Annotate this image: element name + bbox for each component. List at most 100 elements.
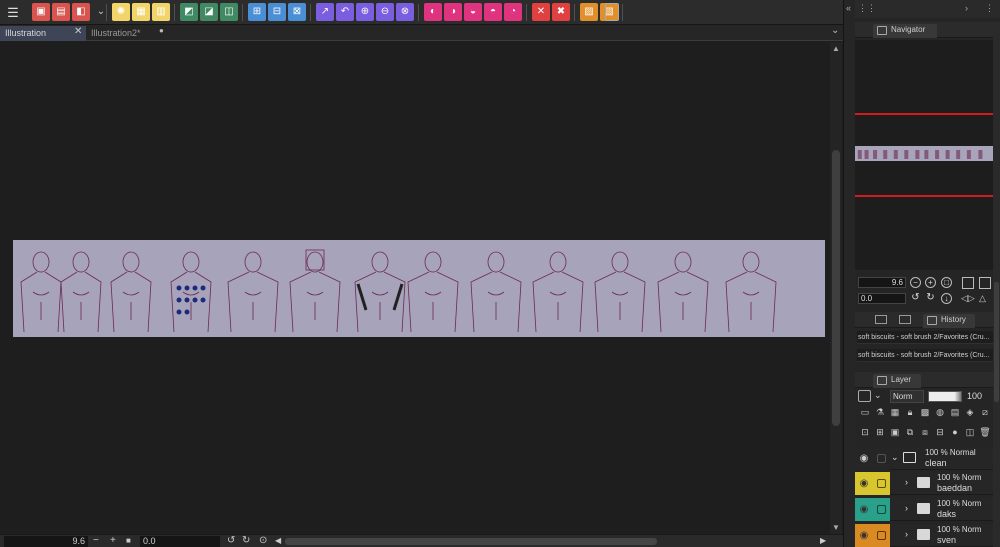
toolbar-button[interactable]: ⊟	[268, 3, 286, 21]
toolbar-button[interactable]: ◧	[72, 3, 90, 21]
layer-tool-icon[interactable]: 🗑︎	[979, 426, 991, 438]
opacity-value[interactable]: 100	[967, 391, 982, 401]
navigator-preview[interactable]	[855, 40, 1000, 270]
tab-navigator[interactable]: Navigator	[873, 24, 937, 38]
layer-tool-icon[interactable]: ●	[949, 426, 961, 438]
toolbar-button[interactable]: ⊠	[288, 3, 306, 21]
layer-tool-icon[interactable]: ⊟	[934, 426, 946, 438]
toolbar-button[interactable]: ⊞	[248, 3, 266, 21]
layer-tool-icon[interactable]: 🔒︎	[904, 406, 916, 418]
layer-tool-icon[interactable]: ⧄	[979, 406, 991, 418]
actual-size-icon[interactable]: □	[941, 277, 952, 288]
chevron-down-icon[interactable]: ⌄	[874, 390, 882, 401]
scroll-left-icon[interactable]: ◀	[275, 535, 281, 547]
toolbar-button[interactable]: ▣	[32, 3, 50, 21]
layer-color-icon[interactable]	[858, 390, 871, 402]
layer-tool-icon[interactable]: ◈	[964, 406, 976, 418]
toolbar-button[interactable]: ◑	[444, 3, 462, 21]
chevron-down-icon[interactable]: ⌄	[891, 452, 899, 463]
scroll-up-icon[interactable]: ▲	[832, 44, 840, 53]
fit-icon[interactable]: ■	[126, 535, 131, 547]
navigator-rotation-field[interactable]: 0.0	[858, 293, 906, 304]
zoom-in-icon[interactable]: +	[925, 277, 936, 288]
toolbar-button[interactable]: ◪	[200, 3, 218, 21]
blend-mode-select[interactable]: Norm	[890, 390, 924, 403]
horizontal-scrollbar-thumb[interactable]	[285, 538, 657, 545]
toolbar-button[interactable]: ◐	[424, 3, 442, 21]
chevron-right-icon[interactable]: ›	[905, 503, 908, 513]
toolbar-button[interactable]: ⊖	[376, 3, 394, 21]
chevron-right-icon[interactable]: ›	[905, 477, 908, 487]
layer-lock-icon[interactable]	[873, 447, 890, 470]
toolbar-button[interactable]: ✕	[532, 3, 550, 21]
visibility-eye-icon[interactable]: ◉	[855, 472, 873, 495]
artboard[interactable]	[13, 240, 825, 337]
toolbar-button[interactable]: ⊕	[356, 3, 374, 21]
material-icon[interactable]	[875, 315, 887, 324]
layer-row[interactable]: ◉ › 100 % Norm daks	[855, 498, 995, 521]
flip-horizontal-icon[interactable]: ◁▷	[961, 293, 975, 304]
scrollbar-thumb[interactable]	[994, 282, 999, 402]
layer-lock-icon[interactable]	[873, 498, 890, 521]
scrollbar-thumb[interactable]	[832, 150, 840, 426]
collapse-left-icon[interactable]: «	[846, 3, 851, 13]
toolbar-button[interactable]: ✖	[552, 3, 570, 21]
layer-tool-icon[interactable]: ◫	[964, 426, 976, 438]
chevron-down-icon[interactable]: ⌄	[92, 3, 110, 21]
scroll-right-icon[interactable]: ▶	[820, 535, 826, 547]
layer-lock-icon[interactable]	[873, 472, 890, 495]
layer-row[interactable]: ◉ ⌄ 100 % Normal clean	[855, 447, 995, 470]
layer-tool-icon[interactable]: ▣	[889, 426, 901, 438]
dock-scrollbar[interactable]	[993, 32, 1000, 547]
layer-tool-icon[interactable]: ⚗	[874, 406, 886, 418]
vertical-scrollbar[interactable]: ▲ ▼	[830, 42, 842, 534]
toolbar-button[interactable]: ◫	[220, 3, 238, 21]
chevron-down-icon[interactable]: ⌄	[831, 25, 839, 36]
layer-tool-icon[interactable]: ▭	[859, 406, 871, 418]
layer-tool-icon[interactable]: ▦	[889, 406, 901, 418]
toolbar-button[interactable]: ⊗	[396, 3, 414, 21]
fit-window-icon[interactable]	[979, 277, 991, 289]
toolbar-button[interactable]: ↗	[316, 3, 334, 21]
zoom-field[interactable]: 9.6	[4, 536, 88, 547]
dock-menu-icon[interactable]: ⋮	[985, 3, 994, 14]
layer-row[interactable]: ◉ › 100 % Norm sven	[855, 524, 995, 547]
fit-screen-icon[interactable]	[962, 277, 974, 289]
tab-layer[interactable]: Layer	[873, 374, 921, 388]
toolbar-button[interactable]: ✺	[112, 3, 130, 21]
zoom-out-icon[interactable]: −	[93, 535, 99, 547]
toolbar-button[interactable]: ◩	[180, 3, 198, 21]
layer-lock-icon[interactable]	[873, 524, 890, 547]
reset-rotation-icon[interactable]: ⊙	[259, 535, 267, 547]
layer-tool-icon[interactable]: ▤	[949, 406, 961, 418]
layer-row[interactable]: ◉ › 100 % Norm baeddan	[855, 472, 995, 495]
toolbar-button[interactable]: ◒	[464, 3, 482, 21]
tab-modified-icon[interactable]: ●	[159, 26, 164, 35]
toolbar-button[interactable]: ▨	[580, 3, 598, 21]
zoom-out-icon[interactable]: −	[910, 277, 921, 288]
toolbar-button[interactable]: ▤	[52, 3, 70, 21]
device-icon[interactable]	[605, 3, 619, 21]
zoom-in-icon[interactable]: +	[110, 535, 116, 547]
scroll-down-icon[interactable]: ▼	[832, 523, 840, 532]
toolbar-button[interactable]: ↶	[336, 3, 354, 21]
layer-tool-icon[interactable]: ⧉	[904, 426, 916, 438]
history-item[interactable]: soft biscuits - soft brush 2/Favorites (…	[857, 331, 994, 344]
visibility-eye-icon[interactable]: ◉	[855, 524, 873, 547]
dock-grip-icon[interactable]: ⋮⋮	[858, 3, 876, 14]
rotate-left-icon[interactable]: ↺	[910, 293, 921, 304]
layer-tool-icon[interactable]: ⊡	[859, 426, 871, 438]
visibility-eye-icon[interactable]: ◉	[855, 498, 873, 521]
chevron-right-icon[interactable]: ›	[965, 3, 968, 13]
hamburger-menu-icon[interactable]: ☰	[4, 3, 22, 21]
chevron-right-icon[interactable]: ›	[905, 529, 908, 539]
toolbar-button[interactable]: ◓	[484, 3, 502, 21]
opacity-slider[interactable]	[928, 391, 962, 402]
history-item[interactable]: soft biscuits - soft brush 2/Favorites (…	[857, 349, 994, 362]
flip-vertical-icon[interactable]: △	[979, 293, 986, 304]
sub-tool-icon[interactable]	[899, 315, 911, 324]
toolbar-button[interactable]: ▦	[132, 3, 150, 21]
layer-tool-icon[interactable]: ▩	[919, 406, 931, 418]
reset-rotation-icon[interactable]: ↓	[941, 293, 952, 304]
tab-history[interactable]: History	[923, 314, 975, 328]
